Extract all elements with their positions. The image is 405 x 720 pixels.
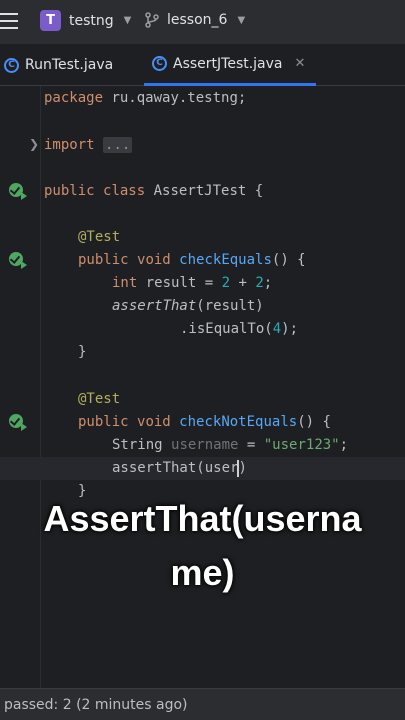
- package-name: ru.qaway.testng;: [103, 90, 247, 106]
- code-line: @Test: [78, 226, 120, 249]
- code-text: =: [238, 437, 264, 453]
- branch-name: lesson_6: [167, 12, 228, 28]
- code-punct: ;: [339, 437, 349, 453]
- keyword: public: [44, 183, 95, 199]
- keyword: int: [112, 275, 138, 291]
- keyword: void: [137, 414, 171, 430]
- tab-label: RunTest.java: [25, 57, 114, 73]
- code-line-current[interactable]: assertThat(user): [112, 457, 247, 480]
- chevron-right-icon[interactable]: ❯: [29, 137, 39, 151]
- chevron-down-icon: ▼: [123, 15, 132, 26]
- code-punct: () {: [297, 414, 331, 430]
- keyword: public: [78, 414, 129, 430]
- code-line: .isEqualTo(4);: [180, 318, 298, 341]
- keyword: package: [44, 90, 104, 106]
- annotation: @Test: [78, 391, 121, 407]
- code-punct: }: [78, 344, 87, 360]
- code-punct: ): [238, 460, 247, 476]
- project-selector[interactable]: T testng ▼: [40, 10, 131, 31]
- code-text: +: [230, 275, 256, 291]
- java-class-icon: C: [4, 57, 19, 73]
- chevron-down-icon: ▼: [237, 14, 246, 26]
- run-test-icon[interactable]: [9, 414, 27, 431]
- run-test-icon[interactable]: [9, 183, 27, 200]
- method-name: checkEquals: [179, 252, 272, 268]
- branch-selector[interactable]: lesson_6 ▼: [145, 12, 245, 28]
- tab-label: AssertJTest.java: [173, 55, 283, 72]
- code-text: (result): [196, 298, 264, 314]
- keyword: void: [137, 252, 171, 268]
- method-call: assertThat: [112, 298, 197, 314]
- number: 2: [255, 275, 264, 291]
- class-name: AssertJTest {: [145, 183, 264, 199]
- project-name: testng: [69, 12, 114, 29]
- main-menu-icon[interactable]: [0, 13, 18, 29]
- tab-assertjtest[interactable]: C AssertJTest.java ✕: [144, 44, 316, 86]
- keyword: class: [103, 183, 146, 199]
- number: 4: [272, 321, 282, 337]
- editor-tabs: C RunTest.java C AssertJTest.java ✕: [0, 44, 405, 86]
- video-caption: AssertThat(userna me): [0, 492, 405, 600]
- git-branch-icon: [145, 12, 159, 28]
- code-punct: ;: [263, 275, 273, 291]
- type-name: String: [112, 437, 172, 453]
- code-line: assertThat(result): [112, 295, 264, 318]
- code-punct: );: [281, 321, 299, 337]
- keyword: public: [78, 252, 129, 268]
- annotation: @Test: [78, 229, 121, 245]
- unused-variable: username: [171, 437, 239, 453]
- code-text: result =: [137, 275, 222, 291]
- code-text: .isEqualTo(: [180, 321, 273, 337]
- test-status-text[interactable]: passed: 2 (2 minutes ago): [4, 697, 188, 713]
- code-line: package ru.qaway.testng;: [44, 87, 246, 110]
- string-literal: "user123": [263, 437, 340, 453]
- keyword: import: [44, 137, 95, 153]
- code-line: import ...: [44, 134, 133, 157]
- code-punct: () {: [271, 252, 306, 268]
- code-line: @Test: [78, 388, 120, 411]
- code-text: assertThat(user: [112, 460, 239, 476]
- code-line: public void checkEquals() {: [78, 249, 306, 272]
- run-test-icon[interactable]: [9, 252, 27, 269]
- code-line: }: [78, 341, 86, 364]
- code-line: public class AssertJTest {: [44, 180, 263, 203]
- method-name: checkNotEquals: [179, 414, 298, 430]
- caption-line: AssertThat(userna: [43, 498, 362, 539]
- code-line: String username = "user123";: [112, 434, 348, 457]
- close-icon[interactable]: ✕: [295, 56, 306, 71]
- project-badge: T: [40, 10, 61, 31]
- folded-imports[interactable]: ...: [103, 137, 133, 153]
- code-line: int result = 2 + 2;: [112, 272, 272, 295]
- java-class-icon: C: [152, 56, 167, 71]
- caption-line: me): [170, 552, 235, 593]
- tab-runtest[interactable]: C RunTest.java: [4, 44, 113, 86]
- status-bar: passed: 2 (2 minutes ago): [0, 688, 405, 720]
- title-bar: T testng ▼ lesson_6 ▼: [0, 0, 405, 44]
- number: 2: [221, 275, 231, 291]
- code-line: public void checkNotEquals() {: [78, 411, 331, 434]
